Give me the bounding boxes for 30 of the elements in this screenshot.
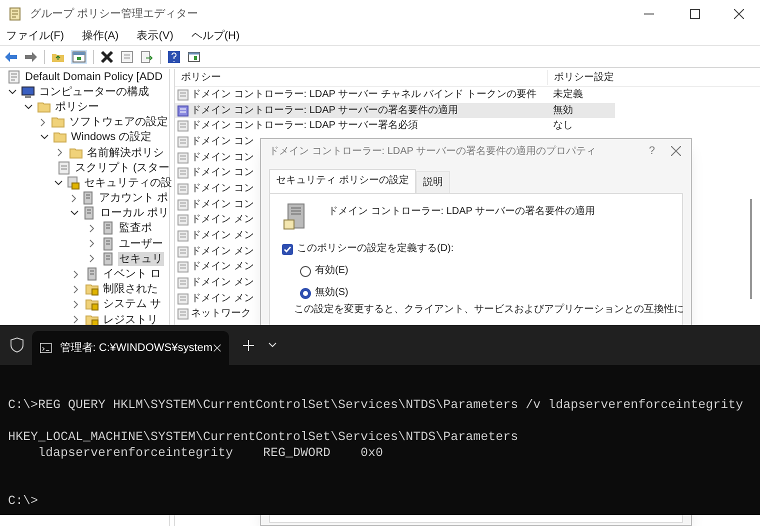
policy-name: ドメイン コン [191, 166, 254, 180]
window-title: グループ ポリシー管理エディター [30, 6, 198, 22]
policy-setting: 無効 [553, 104, 573, 118]
console-line: C:\>REG QUERY HKLM\SYSTEM\CurrentControlSet\Services\NTDS\Parameters /v ldapserverenforceintegrity [8, 397, 744, 413]
policy-name: ドメイン メン [191, 244, 254, 259]
radio-label: 有効(E) [315, 264, 348, 278]
policy-name: ドメイン コン [191, 150, 254, 165]
console-line: ldapserverenforceintegrity REG_DWORD 0x0 [37, 445, 384, 461]
policy-name: ドメイン メン [191, 229, 254, 244]
policy-name: ドメイン コン [191, 134, 254, 149]
policy-name: ドメイン コントローラー: LDAP サーバーの署名要件の適用 [191, 104, 460, 118]
radio-label: 無効(S) [315, 286, 348, 300]
policy-name: ドメイン コントローラー: LDAP サーバーの署名要件の適用 [328, 204, 596, 218]
checkbox-label: このポリシーの設定を定義する(D): [297, 242, 454, 256]
command-prompt: C:\> [8, 493, 38, 509]
policy-setting: なし [553, 119, 573, 134]
policy-name: ドメイン コン [191, 182, 254, 196]
policy-setting: 未定義 [553, 88, 583, 102]
policy-name: ドメイン メン [191, 292, 254, 306]
policy-name: ドメイン メン [191, 213, 254, 228]
warning-text: この設定を変更すると、クライアント、サービスおよびアプリケーションとの互換性に [294, 303, 684, 316]
policy-name: ドメイン コントローラー: LDAP サーバー チャネル バインド トークンの要件 [191, 88, 538, 102]
dialog-title: ドメイン コントローラー: LDAP サーバーの署名要件の適用のプロパティ [269, 144, 596, 158]
policy-name: ドメイン メン [191, 276, 254, 290]
policy-name: ネットワーク [191, 307, 251, 322]
policy-name: ドメイン メン [191, 260, 254, 274]
policy-name: ドメイン コン [191, 198, 254, 212]
console-line: HKEY_LOCAL_MACHINE\SYSTEM\CurrentControlSet\Services\NTDS\Parameters [8, 429, 518, 445]
policy-name: ドメイン コントローラー: LDAP サーバー署名必須 [191, 119, 420, 134]
tab-title: 管理者: C:¥WINDOWS¥system [60, 340, 213, 356]
